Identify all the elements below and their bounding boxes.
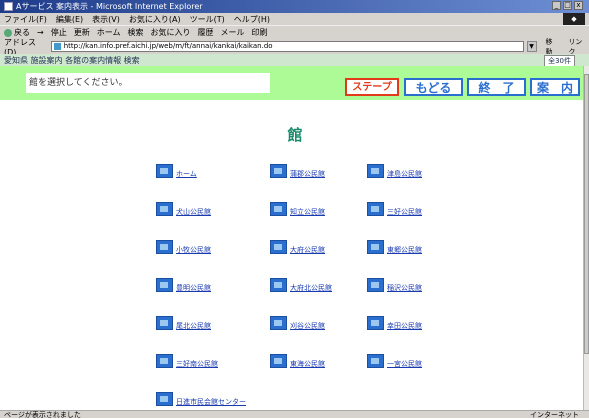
hall-link-label[interactable]: 刈谷公民館 [290, 322, 325, 330]
hall-icon [367, 164, 384, 178]
guide-button[interactable]: 案 内 [530, 78, 580, 96]
page-header: 館を選択してください。 ステープ もどる 終 了 案 内 [0, 66, 583, 100]
window-title: Aサービス 案内表示 - Microsoft Internet Explorer [16, 2, 203, 11]
hall-link-item[interactable]: 東郷公民館 [367, 240, 422, 254]
hall-link-item[interactable]: 稲沢公民館 [367, 278, 422, 292]
hall-link-item[interactable]: 蒲郡公民館 [270, 164, 325, 178]
hall-link-label[interactable]: 尾北公民館 [176, 322, 211, 330]
hall-link-item[interactable]: 三好南公民館 [156, 354, 218, 368]
hall-link-item[interactable]: 豊明公民館 [156, 278, 211, 292]
window-titlebar: Aサービス 案内表示 - Microsoft Internet Explorer… [0, 0, 589, 13]
hall-icon [156, 354, 173, 368]
hall-link-item[interactable]: 小牧公民館 [156, 240, 211, 254]
hall-link-item[interactable]: 幸田公民館 [367, 316, 422, 330]
hall-icon [156, 202, 173, 216]
history-toolbar-button[interactable]: 履歴 [197, 27, 213, 38]
menu-edit[interactable]: 編集(E) [56, 14, 83, 25]
menu-view[interactable]: 表示(V) [92, 14, 120, 25]
status-bar: ページが表示されました インターネット [0, 410, 589, 419]
hall-icon [156, 164, 173, 178]
hall-link-label[interactable]: 大府公民館 [290, 246, 325, 254]
hall-link-label[interactable]: 日進市民会館センター [176, 398, 246, 406]
hall-link-label[interactable]: 蒲郡公民館 [290, 170, 325, 178]
hall-link-item[interactable]: 津島公民館 [367, 164, 422, 178]
hall-icon [270, 354, 287, 368]
hall-link-item[interactable]: 一宮公民館 [367, 354, 422, 368]
scrollbar-thumb[interactable] [584, 74, 589, 354]
hall-link-label[interactable]: 犬山公民館 [176, 208, 211, 216]
hall-link-item[interactable]: 大府公民館 [270, 240, 325, 254]
hall-icon [270, 164, 287, 178]
exit-button[interactable]: 終 了 [467, 78, 526, 96]
hall-link-item[interactable]: 尾北公民館 [156, 316, 211, 330]
hall-link-label[interactable]: 東郷公民館 [387, 246, 422, 254]
hall-link-label[interactable]: ホーム [176, 170, 197, 178]
hall-link-label[interactable]: 東海公民館 [290, 360, 325, 368]
main-content: 館 ホーム 蒲郡公民館 津島公民館 犬山公民館 知立公民館 三好公民館 小牧公民… [0, 100, 583, 410]
page-title: 館 [287, 126, 303, 144]
hall-icon [156, 278, 173, 292]
hall-link-item[interactable]: 日進市民会館センター [156, 392, 246, 406]
hall-link-item[interactable]: 東海公民館 [270, 354, 325, 368]
browser-icon [4, 2, 13, 11]
vertical-scrollbar[interactable] [583, 66, 589, 410]
hall-icon [367, 202, 384, 216]
refresh-toolbar-button[interactable]: 更新 [74, 27, 90, 38]
toolbar: 戻る → 停止 更新 ホーム 検索 お気に入り 履歴 メール 印刷 [0, 25, 589, 39]
address-input[interactable]: http://kan.info.pref.aichi.jp/web/m/ft/a… [50, 41, 524, 52]
menu-file[interactable]: ファイル(F) [4, 14, 47, 25]
menu-help[interactable]: ヘルプ(H) [234, 14, 270, 25]
hall-icon [156, 392, 173, 406]
hall-link-item[interactable]: 大府北公民館 [270, 278, 332, 292]
address-dropdown-button[interactable]: ▼ [526, 41, 537, 52]
hall-icon [367, 278, 384, 292]
hall-link-label[interactable]: 豊明公民館 [176, 284, 211, 292]
home-toolbar-button[interactable]: ホーム [97, 27, 121, 38]
hall-link-label[interactable]: 知立公民館 [290, 208, 325, 216]
hall-link-label[interactable]: 津島公民館 [387, 170, 422, 178]
menu-tools[interactable]: ツール(T) [190, 14, 225, 25]
hall-link-item[interactable]: 三好公民館 [367, 202, 422, 216]
back-button[interactable]: もどる [404, 78, 463, 96]
mail-toolbar-button[interactable]: メール [220, 27, 244, 38]
hall-link-label[interactable]: 大府北公民館 [290, 284, 332, 292]
info-text: 愛知県 施設案内 各館の案内情報 検索 [4, 55, 140, 65]
info-bar: 愛知県 施設案内 各館の案内情報 検索 全30件 [0, 54, 589, 67]
hall-link-item[interactable]: 犬山公民館 [156, 202, 211, 216]
hall-icon [367, 240, 384, 254]
hall-icon [270, 202, 287, 216]
favorites-toolbar-button[interactable]: お気に入り [150, 27, 190, 38]
hall-link-item[interactable]: 刈谷公民館 [270, 316, 325, 330]
hall-link-label[interactable]: 三好公民館 [387, 208, 422, 216]
back-arrow-icon [4, 28, 12, 37]
hall-link-item[interactable]: 知立公民館 [270, 202, 325, 216]
hall-link-label[interactable]: 幸田公民館 [387, 322, 422, 330]
windows-logo-icon: ◆ [563, 13, 585, 25]
stop-toolbar-button[interactable]: 停止 [51, 27, 67, 38]
menu-bar: ファイル(F) 編集(E) 表示(V) お気に入り(A) ツール(T) ヘルプ(… [0, 13, 589, 25]
print-toolbar-button[interactable]: 印刷 [251, 27, 267, 38]
hall-link-label[interactable]: 三好南公民館 [176, 360, 218, 368]
hall-icon [156, 316, 173, 330]
close-button[interactable]: x [574, 1, 583, 10]
minimize-button[interactable]: _ [552, 1, 561, 10]
hall-link-label[interactable]: 小牧公民館 [176, 246, 211, 254]
address-bar: アドレス(D) http://kan.info.pref.aichi.jp/we… [0, 38, 589, 57]
hall-icon [367, 316, 384, 330]
hall-icon [367, 354, 384, 368]
easy-mode-button[interactable]: ステープ [345, 78, 399, 96]
hall-link-label[interactable]: 稲沢公民館 [387, 284, 422, 292]
hall-icon [270, 240, 287, 254]
instruction-message: 館を選択してください。 [26, 73, 270, 93]
maximize-button[interactable]: □ [563, 1, 572, 10]
hall-link-item[interactable]: ホーム [156, 164, 197, 178]
hall-icon [156, 240, 173, 254]
menu-favorites[interactable]: お気に入り(A) [129, 14, 181, 25]
hall-icon [270, 278, 287, 292]
hall-link-label[interactable]: 一宮公民館 [387, 360, 422, 368]
hall-icon [270, 316, 287, 330]
search-toolbar-button[interactable]: 検索 [127, 27, 143, 38]
